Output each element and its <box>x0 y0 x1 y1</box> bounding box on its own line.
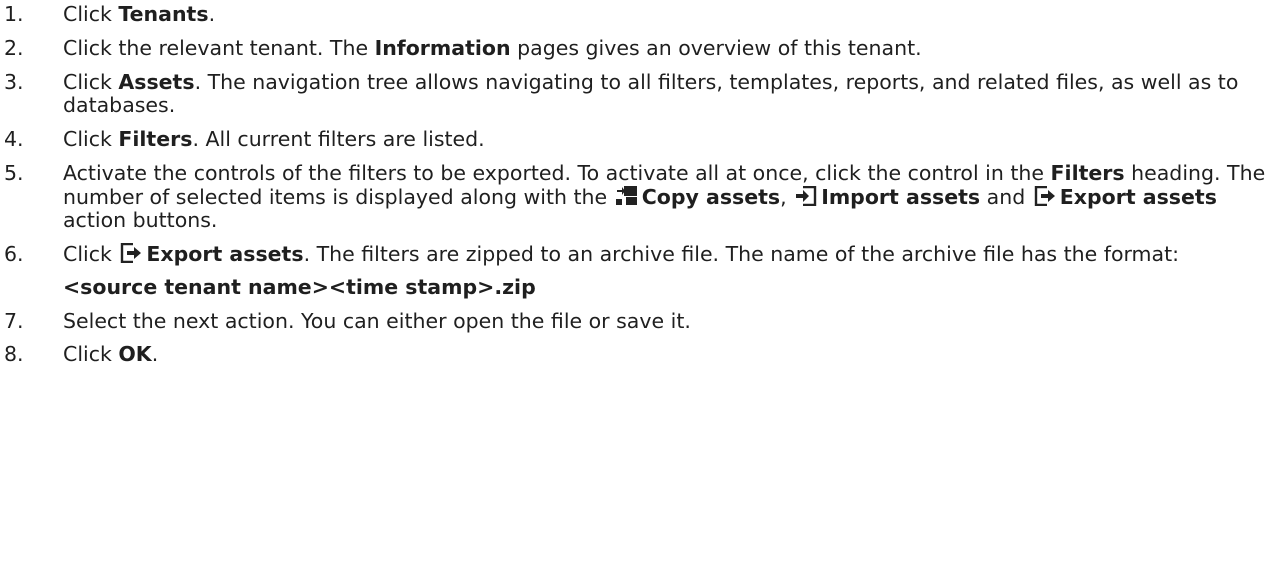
step-text: . All current filters are listed. <box>192 127 485 152</box>
step-emphasis: Information <box>374 35 511 60</box>
step-text: pages gives an overview of this tenant. <box>510 35 922 60</box>
step-5: 5. Activate the controls of the filters … <box>0 160 1280 233</box>
step-7: 7. Select the next action. You can eithe… <box>0 308 1280 334</box>
step-8: 8. Click OK. <box>0 343 1280 367</box>
copy-assets-icon <box>615 185 638 206</box>
step-number: 1. <box>4 2 24 26</box>
import-assets-icon <box>795 185 817 206</box>
step-6: 6. Click Export assets. The filters are … <box>0 242 1280 300</box>
step-emphasis: Filters <box>1050 160 1125 185</box>
step-emphasis: OK <box>118 342 152 367</box>
step-text: . The navigation tree allows navigating … <box>63 69 1239 118</box>
export-assets-icon <box>1034 185 1056 206</box>
step-emphasis: Copy assets <box>641 184 781 209</box>
step-2: 2. Click the relevant tenant. The Inform… <box>0 35 1280 61</box>
step-emphasis: Export assets <box>1059 184 1217 209</box>
step-text: Click <box>63 127 119 152</box>
step-number: 4. <box>4 127 24 152</box>
step-text: Activate the controls of the filters to … <box>63 160 1051 185</box>
step-number: 2. <box>4 35 24 60</box>
archive-filename-format: <source tenant name><time stamp>.zip <box>63 274 536 299</box>
step-text: action buttons. <box>63 208 218 233</box>
step-number: 7. <box>4 308 24 333</box>
step-3: 3. Click Assets. The navigation tree all… <box>0 69 1280 119</box>
export-assets-icon <box>120 243 142 264</box>
instruction-page: 1. Click Tenants. 2. Click the relevant … <box>0 0 1285 561</box>
step-emphasis: Export assets <box>146 242 304 267</box>
step-emphasis: Filters <box>118 127 193 152</box>
step-text: Click the relevant tenant. The <box>63 35 375 60</box>
step-text: Click <box>63 2 119 26</box>
step-emphasis: Assets <box>118 69 195 94</box>
step-text: . <box>151 342 159 367</box>
step-emphasis: Tenants <box>118 2 209 26</box>
step-text: Click <box>63 69 119 94</box>
step-number: 3. <box>4 69 24 94</box>
step-text: . The filters are zipped to an archive f… <box>303 242 1180 267</box>
step-text: , <box>780 184 794 209</box>
step-text: Select the next action. You can either o… <box>63 308 691 333</box>
step-number: 8. <box>4 342 24 367</box>
step-4: 4. Click Filters. All current filters ar… <box>0 127 1280 152</box>
step-text: . <box>208 2 216 26</box>
step-text: and <box>980 184 1032 209</box>
steps-list: 1. Click Tenants. 2. Click the relevant … <box>0 2 1280 367</box>
step-text: Click <box>63 242 119 267</box>
step-text: Click <box>63 342 119 367</box>
step-number: 5. <box>4 160 24 185</box>
step-emphasis: Import assets <box>821 184 981 209</box>
step-number: 6. <box>4 242 24 267</box>
step-1: 1. Click Tenants. <box>0 2 1280 27</box>
